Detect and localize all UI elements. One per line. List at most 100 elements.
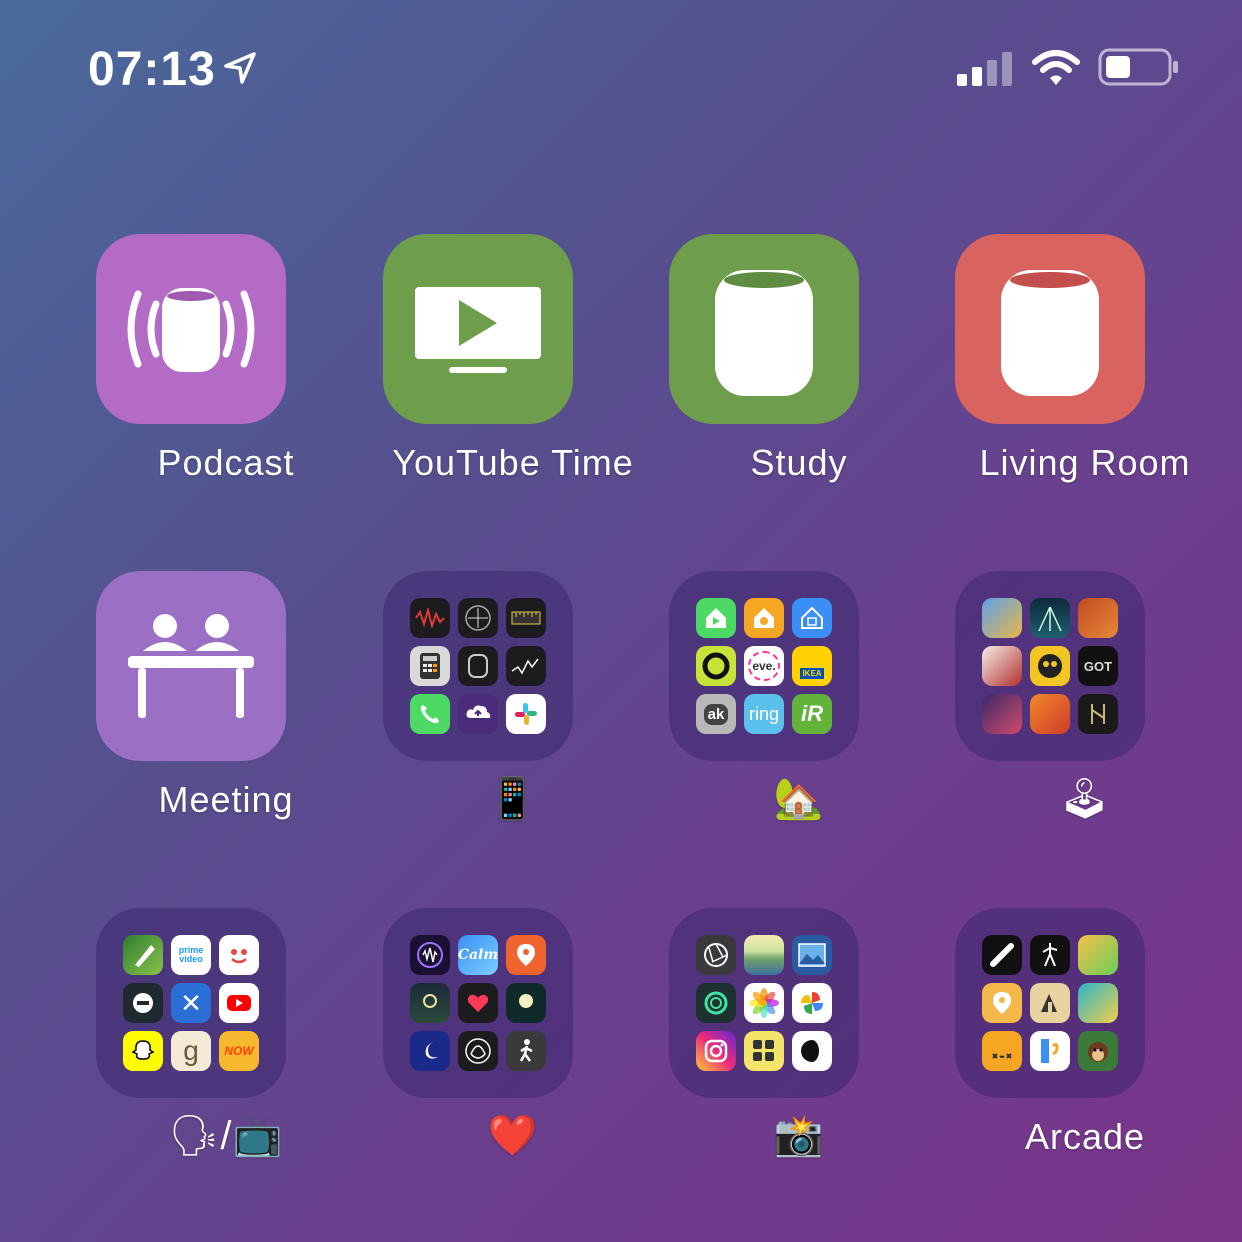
ikea-home-icon: IKEA (792, 646, 832, 686)
pilot-icon (1078, 983, 1118, 1023)
folder-icon: prime video ✕ g NOW (96, 908, 286, 1098)
folder-icon: GOT (955, 571, 1145, 761)
filters-icon (744, 1031, 784, 1071)
folder-label: 🗣/📺 (168, 1114, 284, 1158)
echo-icon (123, 983, 163, 1023)
walk-icon (506, 1031, 546, 1071)
photo-frame-icon (792, 935, 832, 975)
folder-icon: Calm (383, 908, 573, 1098)
sound-wave-icon (410, 935, 450, 975)
ring-text: ring (748, 703, 779, 724)
ak-icon: ak (696, 694, 736, 734)
calm-text: Calm (458, 947, 498, 963)
got-text: GOT (1083, 658, 1113, 674)
prime-video-icon: prime video (171, 935, 211, 975)
eve-text: eve. (748, 651, 780, 681)
tools-icon (1030, 983, 1070, 1023)
folder-label-arcade: Arcade (935, 1116, 1235, 1158)
youtube-icon (219, 983, 259, 1023)
g-text: g (183, 1035, 199, 1066)
halide-icon (696, 983, 736, 1023)
pin-icon (506, 935, 546, 975)
calculator-icon (410, 646, 450, 686)
compass-icon (458, 598, 498, 638)
reigns-got-icon: GOT (1078, 646, 1118, 686)
folder-icon: eve. IKEA ak ring iR (669, 571, 859, 761)
landscape-icon (744, 935, 784, 975)
voice-memos-icon (410, 598, 450, 638)
frog-icon (1078, 935, 1118, 975)
map-pin-icon (982, 983, 1022, 1023)
game-character-icon (982, 646, 1022, 686)
folder-label: 📸 (773, 1114, 825, 1158)
game-knight-icon (982, 694, 1022, 734)
shortcut-label: Living Room (979, 442, 1191, 483)
ikea-text: IKEA (800, 667, 824, 679)
folder-label-text: Arcade (1024, 1116, 1146, 1157)
game-skull-icon (1030, 646, 1070, 686)
face-icon (219, 935, 259, 975)
game-sword-icon (1078, 694, 1118, 734)
moon-icon (506, 983, 546, 1023)
ir-icon: iR (792, 694, 832, 734)
xmark-icon: ✕ (171, 983, 211, 1023)
status-time: 07:13 (88, 43, 216, 96)
now-text: NOW (224, 1044, 254, 1058)
instagram-icon (696, 1031, 736, 1071)
sleep-icon (410, 1031, 450, 1071)
game-viking-icon (1078, 598, 1118, 638)
meeting-table-icon (96, 571, 286, 761)
breathe-icon (458, 1031, 498, 1071)
home-hub-icon (744, 598, 784, 638)
ring-icon: ring (744, 694, 784, 734)
slack-icon (506, 694, 546, 734)
skate-icon (982, 935, 1022, 975)
folder-icon (955, 908, 1145, 1098)
battery-icon (1098, 48, 1178, 86)
game-lion-icon (1030, 694, 1070, 734)
now-icon: NOW (219, 1031, 259, 1071)
location-arrow-icon (224, 52, 256, 84)
home-app-icon (696, 598, 736, 638)
phone-icon (410, 694, 450, 734)
shortcut-label: Study (750, 442, 848, 483)
shortcut-label: Meeting (158, 779, 294, 820)
sleepy-face-icon (982, 1031, 1022, 1071)
snapchat-icon (123, 1031, 163, 1071)
night-icon (410, 983, 450, 1023)
folder-label: ❤️ (487, 1114, 539, 1158)
monkey-icon (1078, 1031, 1118, 1071)
game-hero-icon (982, 598, 1022, 638)
stocks-icon (506, 646, 546, 686)
status-bar: 07:13 (0, 40, 1242, 100)
tv-play-icon (383, 234, 573, 424)
homepod-icon (669, 234, 859, 424)
game-road-icon (1030, 598, 1070, 638)
homekit-icon (792, 598, 832, 638)
prime-text: prime video (178, 945, 204, 964)
homepod-icon (955, 234, 1145, 424)
darkroom-icon (792, 1031, 832, 1071)
podcast-icon (96, 234, 286, 424)
bookmark-icon (1030, 1031, 1070, 1071)
wifi-icon (1032, 50, 1080, 85)
stylus-icon (123, 935, 163, 975)
photos-icon (744, 983, 784, 1023)
ir-text: iR (801, 701, 823, 726)
folder-icon (669, 908, 859, 1098)
folder-icon (383, 571, 573, 761)
circle-app-icon (696, 646, 736, 686)
measure-icon (506, 598, 546, 638)
google-photos-icon (792, 983, 832, 1023)
folder-label: 📱 (487, 777, 539, 821)
aperture-icon (696, 935, 736, 975)
heart-icon (458, 983, 498, 1023)
cellular-signal-icon (957, 52, 1012, 86)
ak-text: ak (703, 703, 729, 725)
watch-icon (458, 646, 498, 686)
calm-icon: Calm (458, 935, 498, 975)
shortcut-label: Podcast (157, 442, 295, 483)
figure-icon (1030, 935, 1070, 975)
shortcut-label: YouTube Time (392, 442, 634, 483)
eve-icon: eve. (744, 646, 784, 686)
